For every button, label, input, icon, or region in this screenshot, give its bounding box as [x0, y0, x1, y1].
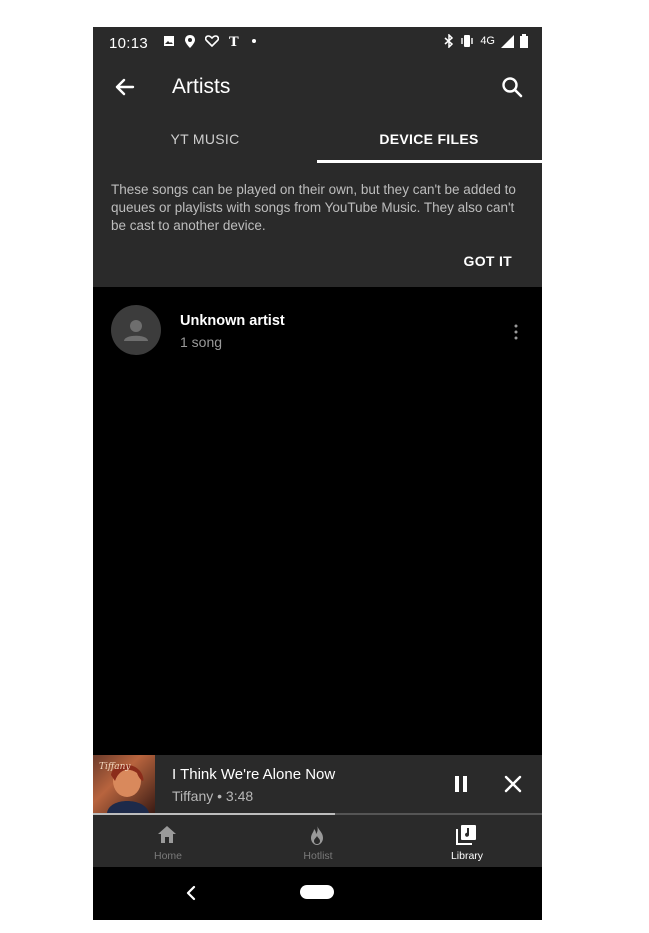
nyt-icon: T: [229, 35, 239, 48]
artist-song-count: 1 song: [180, 334, 223, 350]
more-vert-icon[interactable]: [512, 323, 520, 341]
search-icon[interactable]: [498, 73, 526, 101]
notification-icons: T: [163, 34, 257, 48]
system-nav-bar: [93, 867, 542, 920]
svg-text:T: T: [229, 35, 239, 48]
artist-name: Unknown artist: [180, 313, 285, 329]
bottom-nav: Home Hotlist Library: [93, 815, 542, 867]
bluetooth-icon: [444, 34, 454, 48]
back-arrow-icon[interactable]: [111, 73, 139, 101]
close-icon[interactable]: [502, 773, 524, 795]
heart-pulse-icon: [205, 35, 219, 47]
tab-bar: YT MUSIC DEVICE FILES: [93, 115, 542, 163]
signal-icon: [501, 34, 514, 48]
got-it-button[interactable]: GOT IT: [464, 253, 512, 269]
vibrate-icon: [461, 35, 474, 47]
nav-home[interactable]: Home: [93, 815, 243, 867]
nav-label-home: Home: [153, 850, 182, 862]
nav-library[interactable]: Library: [392, 815, 542, 867]
list-item[interactable]: Unknown artist 1 song: [93, 297, 542, 367]
person-icon: [124, 320, 148, 341]
system-back-icon[interactable]: [181, 883, 201, 903]
album-art: Tiffany: [93, 755, 155, 813]
location-pin-icon: [185, 34, 195, 48]
mini-player[interactable]: Tiffany I Think We're Alone Now Tiffany …: [93, 755, 542, 815]
status-bar: 10:13 T 4G: [93, 27, 542, 59]
album-art-figure: Tiffany: [99, 762, 149, 813]
network-type: 4G: [480, 35, 495, 47]
library-icon: [456, 825, 476, 845]
flame-icon: [311, 825, 323, 845]
svg-text:Tiffany: Tiffany: [99, 762, 131, 772]
battery-icon: [520, 34, 528, 48]
tab-device-files[interactable]: DEVICE FILES: [317, 115, 541, 163]
image-icon: [164, 36, 174, 46]
app-bar: Artists: [93, 59, 542, 115]
tab-yt-music[interactable]: YT MUSIC: [93, 115, 317, 163]
info-banner: These songs can be played on their own, …: [93, 163, 542, 287]
nav-label-hotlist: Hotlist: [303, 850, 333, 862]
nav-hotlist[interactable]: Hotlist: [243, 815, 393, 867]
nav-label-library: Library: [450, 850, 484, 862]
dot-icon: [252, 39, 256, 43]
status-time: 10:13: [109, 35, 149, 52]
track-title: I Think We're Alone Now: [172, 766, 336, 783]
banner-text: These songs can be played on their own, …: [111, 182, 516, 233]
system-home-pill[interactable]: [300, 885, 334, 899]
page-title: Artists: [172, 75, 231, 98]
home-icon: [158, 826, 176, 843]
system-status-icons: 4G: [444, 34, 528, 48]
avatar: [111, 305, 161, 355]
phone-screen: 10:13 T 4G Artists YT MUSIC DEVICE FILES…: [93, 27, 542, 920]
pause-icon[interactable]: [450, 773, 472, 795]
track-artist-duration: Tiffany • 3:48: [172, 788, 254, 804]
